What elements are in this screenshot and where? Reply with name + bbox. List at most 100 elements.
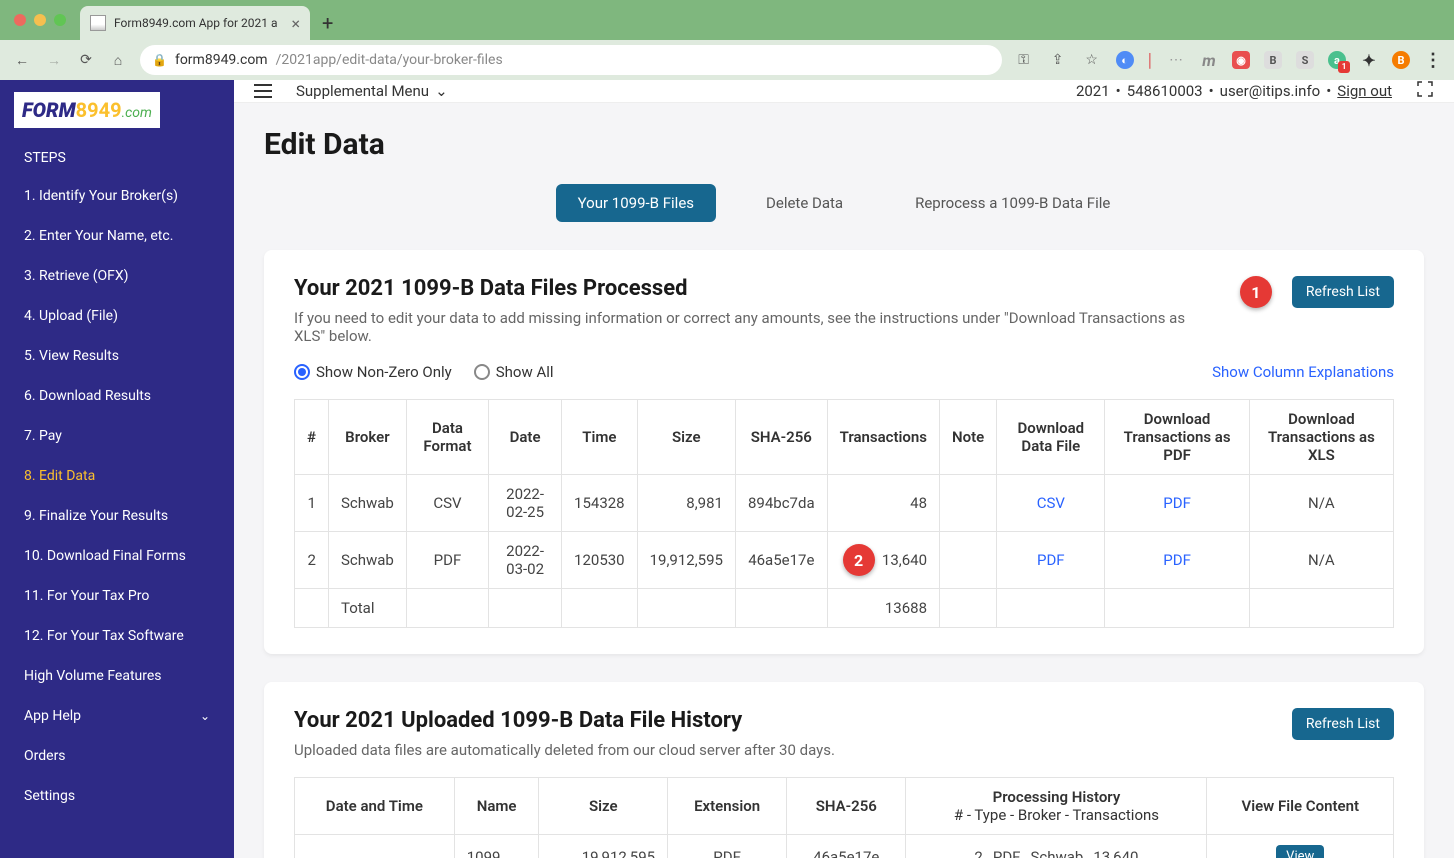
star-icon[interactable]: ☆ (1082, 50, 1102, 70)
th-dl-file: Download Data File (997, 400, 1105, 475)
supplemental-menu[interactable]: Supplemental Menu ⌄ (296, 82, 448, 100)
extension-record-icon[interactable]: ◉ (1232, 51, 1250, 69)
sidebar-item-label: 11. For Your Tax Pro (24, 588, 149, 604)
view-button[interactable]: View (1276, 845, 1324, 858)
extension-m-icon[interactable]: m (1200, 51, 1218, 69)
th-dl-xls: Download Transactions as XLS (1249, 400, 1393, 475)
sidebar-item-label: 8. Edit Data (24, 468, 95, 484)
sidebar-item[interactable]: 7. Pay (0, 416, 234, 456)
tab-title: Form8949.com App for 2021 a (114, 16, 283, 30)
history-table: Date and Time Name Size Extension SHA-25… (294, 777, 1394, 858)
sidebar-item[interactable]: 2. Enter Your Name, etc. (0, 216, 234, 256)
favicon-icon (90, 15, 106, 31)
processed-table: # Broker Data Format Date Time Size SHA-… (294, 399, 1394, 628)
sidebar-item-label: 9. Finalize Your Results (24, 508, 168, 524)
filter-nonzero[interactable]: Show Non-Zero Only (294, 363, 452, 381)
download-link[interactable]: PDF (1163, 494, 1191, 512)
download-link[interactable]: PDF (1163, 551, 1191, 569)
extension-icon[interactable]: ◐ (1116, 51, 1134, 69)
forward-icon[interactable]: → (44, 50, 64, 70)
sidebar-item-label: App Help (24, 708, 81, 724)
extension-a-icon[interactable]: a1 (1328, 51, 1346, 69)
page-tabs: Your 1099-B Files Delete Data Reprocess … (264, 184, 1424, 222)
th-size: Size (637, 400, 735, 475)
extensions-icon[interactable]: ✦ (1360, 51, 1378, 69)
filter-all[interactable]: Show All (474, 363, 554, 381)
close-tab-icon[interactable]: × (291, 14, 300, 33)
minimize-window-icon[interactable] (34, 14, 46, 26)
close-window-icon[interactable] (14, 14, 26, 26)
hth-view: View File Content (1207, 778, 1394, 835)
sidebar-item[interactable]: Orders (0, 736, 234, 776)
th-sha: SHA-256 (735, 400, 827, 475)
key-icon[interactable]: ⚿ (1014, 50, 1034, 70)
sidebar-item[interactable]: 9. Finalize Your Results (0, 496, 234, 536)
sidebar-item[interactable]: 5. View Results (0, 336, 234, 376)
table-total-row: Total13688 (295, 589, 1394, 628)
hth-ph: Processing History # - Type - Broker - T… (906, 778, 1207, 835)
download-link[interactable]: CSV (1037, 494, 1065, 512)
sidebar-item[interactable]: 11. For Your Tax Pro (0, 576, 234, 616)
sidebar-item[interactable]: 6. Download Results (0, 376, 234, 416)
tab-reprocess[interactable]: Reprocess a 1099-B Data File (893, 184, 1132, 222)
tab-your-files[interactable]: Your 1099-B Files (556, 184, 716, 222)
address-bar[interactable]: 🔒 form8949.com/2021app/edit-data/your-br… (140, 45, 1002, 75)
download-link[interactable]: PDF (1037, 551, 1065, 569)
sidebar-item[interactable]: App Help⌄ (0, 696, 234, 736)
new-tab-icon[interactable]: + (322, 11, 333, 35)
sidebar-item[interactable]: 4. Upload (File) (0, 296, 234, 336)
reload-icon[interactable]: ⟳ (76, 50, 96, 70)
processed-subtitle: If you need to edit your data to add mis… (294, 309, 1220, 345)
extension-b-icon[interactable]: B (1264, 51, 1282, 69)
fullscreen-icon[interactable] (1416, 80, 1434, 102)
profile-avatar-icon[interactable]: B (1392, 51, 1410, 69)
refresh-list-button[interactable]: Refresh List (1292, 276, 1394, 308)
table-row: 1SchwabCSV2022-02-251543288,981894bc7da4… (295, 475, 1394, 532)
sidebar-item-label: 2. Enter Your Name, etc. (24, 228, 173, 244)
url-host: form8949.com (175, 52, 268, 68)
th-note: Note (940, 400, 997, 475)
history-refresh-button[interactable]: Refresh List (1292, 708, 1394, 740)
history-card: Your 2021 Uploaded 1099-B Data File Hist… (264, 682, 1424, 858)
th-date: Date (489, 400, 562, 475)
browser-menu-icon[interactable]: ⋮ (1424, 51, 1442, 69)
processed-title: Your 2021 1099-B Data Files Processed (294, 276, 1220, 301)
extension-dots-icon[interactable]: ⋯ (1166, 50, 1186, 70)
column-explanations-link[interactable]: Show Column Explanations (1212, 363, 1394, 381)
sidebar-item[interactable]: 3. Retrieve (OFX) (0, 256, 234, 296)
sidebar-item[interactable]: Settings (0, 776, 234, 816)
history-title: Your 2021 Uploaded 1099-B Data File Hist… (294, 708, 1272, 733)
th-time: Time (562, 400, 638, 475)
hth-ext: Extension (668, 778, 787, 835)
hth-size: Size (539, 778, 668, 835)
sidebar-item[interactable]: 12. For Your Tax Software (0, 616, 234, 656)
sidebar-item-label: 12. For Your Tax Software (24, 628, 184, 644)
sidebar-item-label: Settings (24, 788, 75, 804)
logo[interactable]: FORM8949.com (0, 80, 234, 140)
filter-all-label: Show All (496, 363, 554, 381)
back-icon[interactable]: ← (12, 50, 32, 70)
account-email: user@itips.info (1220, 82, 1321, 100)
th-broker: Broker (328, 400, 406, 475)
maximize-window-icon[interactable] (54, 14, 66, 26)
browser-toolbar: ← → ⟳ ⌂ 🔒 form8949.com/2021app/edit-data… (0, 40, 1454, 80)
processed-files-card: Your 2021 1099-B Data Files Processed If… (264, 250, 1424, 654)
browser-tab[interactable]: Form8949.com App for 2021 a × (80, 6, 310, 40)
chevron-down-icon: ⌄ (435, 82, 448, 100)
tab-delete-data[interactable]: Delete Data (744, 184, 865, 222)
extension-divider-icon: | (1148, 50, 1152, 71)
step-badge-1: 1 (1240, 276, 1272, 308)
logo-num: 8949 (76, 98, 122, 122)
hamburger-icon[interactable] (254, 84, 272, 98)
sidebar-item-label: 3. Retrieve (OFX) (24, 268, 129, 284)
history-subtitle: Uploaded data files are automatically de… (294, 741, 1272, 759)
sidebar-item[interactable]: High Volume Features (0, 656, 234, 696)
home-icon[interactable]: ⌂ (108, 50, 128, 70)
extension-s-icon[interactable]: S (1296, 51, 1314, 69)
sidebar-item[interactable]: 1. Identify Your Broker(s) (0, 176, 234, 216)
sidebar-item[interactable]: 10. Download Final Forms (0, 536, 234, 576)
signout-link[interactable]: Sign out (1337, 82, 1392, 100)
share-icon[interactable]: ⇪ (1048, 50, 1068, 70)
sidebar-item[interactable]: 8. Edit Data (0, 456, 234, 496)
window-controls (14, 14, 66, 26)
